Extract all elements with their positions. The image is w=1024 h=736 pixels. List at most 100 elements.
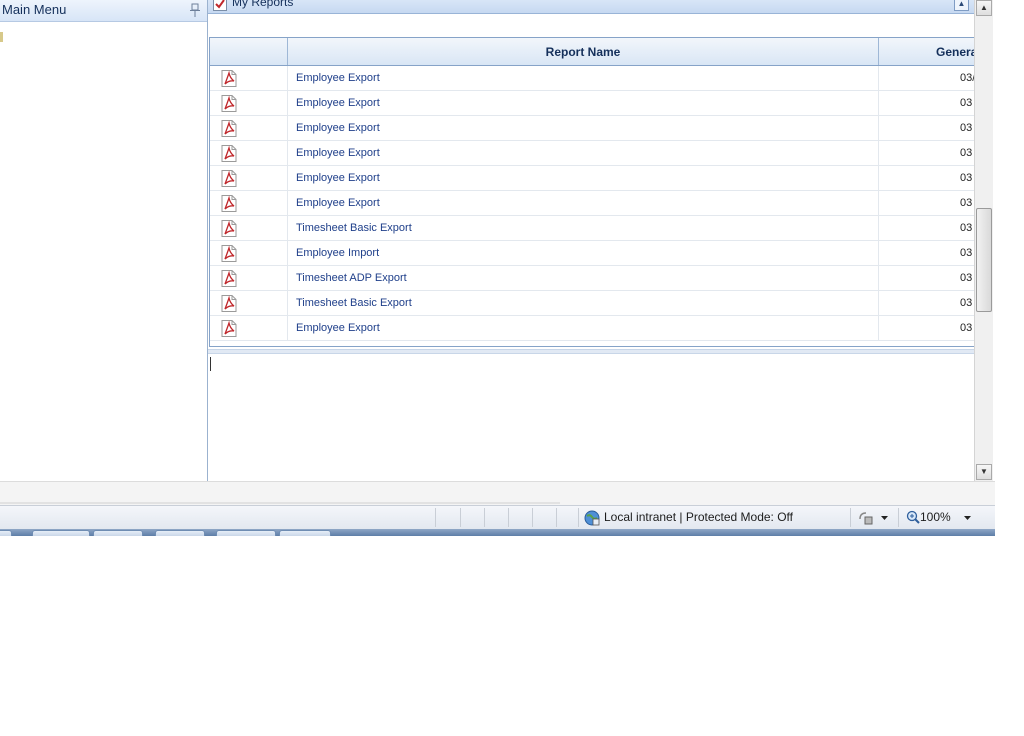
screen: Main Menu My Reports ▲ Report Name Gener… [0,0,1024,736]
grid-body: Employee Export 03/Employee Export 03 Emplo… [210,66,974,341]
taskbar-button[interactable] [155,530,205,536]
table-row[interactable]: Employee Export 03 [210,141,974,166]
status-divider [578,508,579,527]
taskbar-button[interactable] [32,530,90,536]
pdf-icon [221,70,237,87]
generated-date-cell: 03 [960,297,973,309]
chevron-down-icon[interactable] [880,514,889,523]
taskbar-button[interactable] [216,530,276,536]
table-row[interactable]: Employee Export 03 [210,316,974,341]
pin-icon[interactable] [190,3,200,17]
main-menu-header: Main Menu [0,0,207,22]
pdf-icon [221,195,237,212]
status-divider [508,508,509,527]
my-reports-header: My Reports ▲ [208,0,974,14]
pdf-icon [221,120,237,137]
generated-date-cell: 03 [960,247,973,259]
scroll-up-button[interactable]: ▲ [976,0,992,16]
scroll-thumb[interactable] [976,208,992,312]
pdf-icon [221,220,237,237]
status-divider [435,508,436,527]
row-icon-cell[interactable] [210,291,288,315]
table-row[interactable]: Employee Export 03 [210,191,974,216]
status-divider [460,508,461,527]
status-divider [850,508,851,527]
vertical-scrollbar[interactable]: ▲ ▼ [974,0,993,481]
row-icon-cell[interactable] [210,316,288,340]
generated-date-cell: 03 [960,172,973,184]
generated-date-cell: 03 [960,222,973,234]
pdf-icon [221,95,237,112]
table-row[interactable]: Employee Export 03 [210,116,974,141]
table-row[interactable]: Timesheet ADP Export 03 [210,266,974,291]
table-row[interactable]: Employee Import 03 [210,241,974,266]
taskbar-button[interactable] [279,530,331,536]
generated-date-cell: 03 [960,322,973,334]
scroll-down-button[interactable]: ▼ [976,464,992,480]
column-header-icon[interactable] [210,38,288,65]
report-name-link[interactable]: Employee Export [288,91,879,115]
column-header-report-name[interactable]: Report Name [288,38,879,65]
row-icon-cell[interactable] [210,166,288,190]
pdf-icon [221,295,237,312]
globe-icon[interactable] [584,510,600,526]
taskbar-button[interactable] [93,530,143,536]
report-name-link[interactable]: Timesheet Basic Export [288,216,879,240]
zoom-icon[interactable] [906,510,920,524]
zoom-level[interactable]: 100% [920,510,951,524]
status-divider [556,508,557,527]
report-name-link[interactable]: Employee Export [288,141,879,165]
row-icon-cell[interactable] [210,141,288,165]
generated-date-cell: 03 [960,272,973,284]
collapse-button[interactable]: ▲ [954,0,969,11]
pdf-icon [221,320,237,337]
row-icon-cell[interactable] [210,266,288,290]
generated-date-cell: 03 [960,197,973,209]
row-icon-cell[interactable] [210,91,288,115]
browser-status-bar: Local intranet | Protected Mode: Off 100… [0,505,995,529]
row-icon-cell[interactable] [210,216,288,240]
page-bottom-strip [0,481,995,505]
report-name-link[interactable]: Employee Export [288,316,879,340]
chevron-up-icon: ▲ [980,3,988,12]
protected-mode-icon[interactable] [858,510,874,526]
menu-item-marker [0,32,3,42]
pdf-icon [221,145,237,162]
table-row[interactable]: Employee Export 03 [210,91,974,116]
chevron-down-icon[interactable] [963,514,972,523]
row-icon-cell[interactable] [210,116,288,140]
table-row[interactable]: Timesheet Basic Export 03 [210,216,974,241]
table-row[interactable]: Employee Export 03 [210,166,974,191]
report-name-link[interactable]: Employee Export [288,166,879,190]
my-reports-title: My Reports [232,0,294,9]
generated-date-cell: 03 [960,97,973,109]
report-name-link[interactable]: Employee Import [288,241,879,265]
main-menu-title: Main Menu [2,2,67,17]
pdf-icon [221,270,237,287]
report-name-link[interactable]: Employee Export [288,191,879,215]
column-header-generated[interactable]: Genera [879,38,974,65]
my-reports-panel: My Reports ▲ Report Name Genera Employee… [208,0,974,481]
row-icon-cell[interactable] [210,191,288,215]
status-divider [898,508,899,527]
taskbar-button[interactable] [0,530,12,536]
text-cursor [210,357,211,371]
row-icon-cell[interactable] [210,241,288,265]
generated-date-cell: 03 [960,122,973,134]
security-zone-text[interactable]: Local intranet | Protected Mode: Off [604,510,793,524]
table-row[interactable]: Timesheet Basic Export 03 [210,291,974,316]
check-icon [213,0,227,11]
generated-date-cell: 03 [960,147,973,159]
row-icon-cell[interactable] [210,66,288,90]
report-name-link[interactable]: Timesheet ADP Export [288,266,879,290]
status-divider [484,508,485,527]
report-name-link[interactable]: Timesheet Basic Export [288,291,879,315]
status-divider [532,508,533,527]
report-name-link[interactable]: Employee Export [288,66,879,90]
pdf-icon [221,170,237,187]
generated-date-cell: 03/ [960,72,974,84]
table-row[interactable]: Employee Export 03/ [210,66,974,91]
grid-header: Report Name Genera [210,38,974,66]
report-name-link[interactable]: Employee Export [288,116,879,140]
report-detail-area[interactable] [208,354,974,481]
